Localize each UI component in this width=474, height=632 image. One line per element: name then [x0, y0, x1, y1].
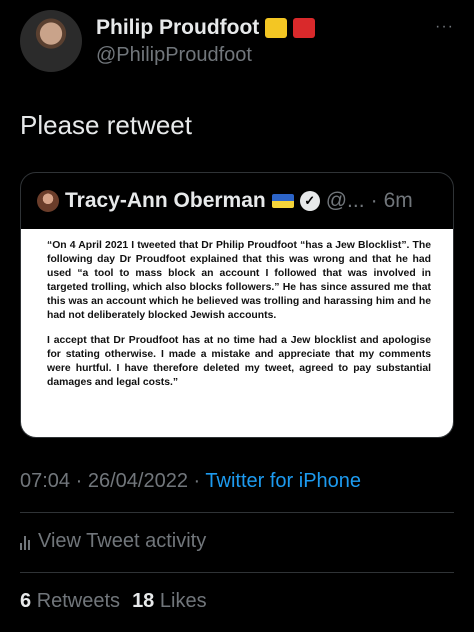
view-activity-link[interactable]: View Tweet activity: [20, 530, 206, 553]
quoted-avatar: [37, 190, 59, 212]
quoted-display-name: Tracy-Ann Oberman: [65, 189, 266, 212]
retweets-count[interactable]: 6 Retweets: [20, 590, 120, 613]
quoted-handle: @...: [325, 189, 365, 212]
meta-dot: ·: [75, 470, 83, 492]
tweet-text: Please retweet: [20, 110, 192, 140]
red-square-icon: [293, 18, 316, 38]
engagement-counts: 6 Retweets 18 Likes: [20, 590, 207, 613]
more-options-icon[interactable]: ···: [435, 18, 454, 36]
retweets-label: Retweets: [36, 590, 121, 612]
statement-paragraph-1: “On 4 April 2021 I tweeted that Dr Phili…: [47, 240, 431, 321]
tweet-header: Philip Proudfoot @PhilipProudfoot ···: [20, 8, 454, 80]
quoted-tweet-header: Tracy-Ann Oberman ✓ @... · 6m: [37, 189, 413, 213]
likes-count[interactable]: 18 Likes: [132, 590, 207, 613]
yellow-square-icon: [265, 18, 288, 38]
view-activity-label: View Tweet activity: [38, 530, 207, 552]
tweet-time[interactable]: 07:04: [20, 470, 70, 492]
divider: [20, 512, 454, 513]
tweet-date[interactable]: 26/04/2022: [88, 470, 188, 492]
tweet-meta: 07:04 · 26/04/2022 · Twitter for iPhone: [20, 470, 361, 493]
separator-dot: ·: [370, 189, 378, 212]
quoted-timestamp: 6m: [383, 189, 413, 212]
quoted-tweet[interactable]: Tracy-Ann Oberman ✓ @... · 6m “On 4 Apri…: [20, 172, 454, 438]
likes-value: 18: [132, 590, 155, 612]
retweets-value: 6: [20, 590, 32, 612]
statement-paragraph-2: I accept that Dr Proudfoot has at no tim…: [47, 335, 431, 388]
display-name[interactable]: Philip Proudfoot: [96, 16, 259, 40]
display-name-row: Philip Proudfoot: [96, 16, 316, 40]
source-link[interactable]: Twitter for iPhone: [205, 470, 361, 492]
divider: [20, 572, 454, 573]
analytics-icon: [20, 534, 30, 550]
avatar[interactable]: [20, 10, 82, 72]
meta-dot: ·: [193, 470, 201, 492]
author-block[interactable]: Philip Proudfoot @PhilipProudfoot: [96, 16, 316, 67]
author-handle[interactable]: @PhilipProudfoot: [96, 44, 315, 67]
verified-badge-icon: ✓: [299, 191, 320, 211]
statement-image[interactable]: “On 4 April 2021 I tweeted that Dr Phili…: [21, 229, 453, 437]
ukraine-flag-icon: [271, 194, 294, 208]
likes-label: Likes: [159, 590, 207, 612]
